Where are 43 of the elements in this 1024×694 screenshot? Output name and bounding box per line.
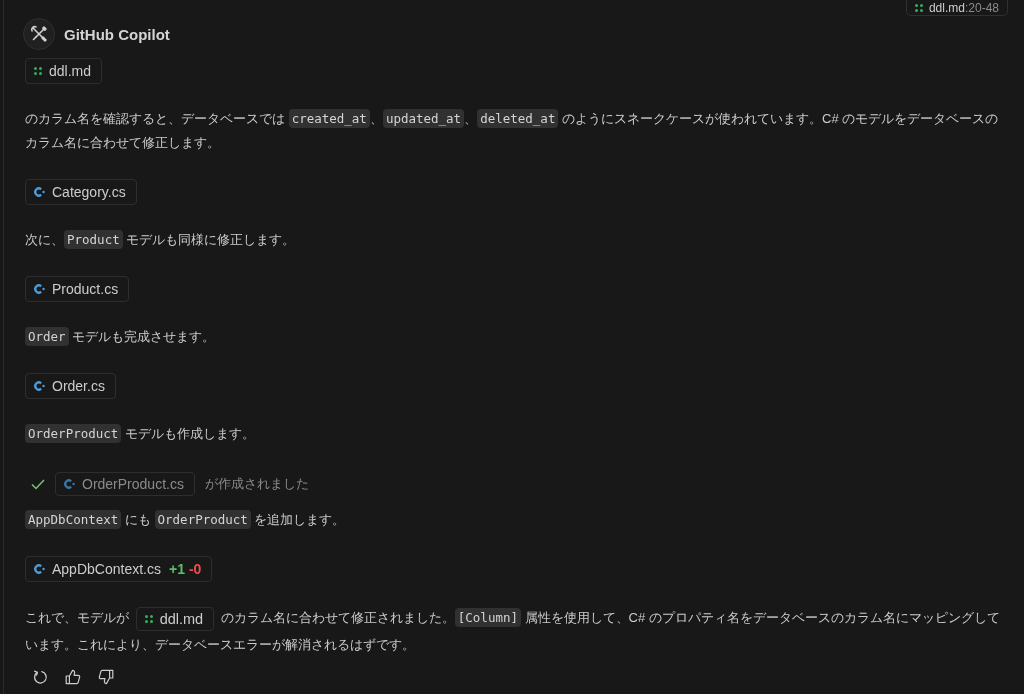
file-chip[interactable]: Product.cs	[25, 276, 130, 302]
message-paragraph: 次に、 Product モデルも同様に修正します。	[25, 229, 296, 251]
inline-code: Order	[25, 327, 69, 346]
inline-code: OrderProduct	[25, 424, 122, 443]
thumbs-down-icon	[98, 669, 114, 685]
thumbs-down-button[interactable]	[96, 667, 116, 687]
thumbs-up-button[interactable]	[63, 667, 83, 687]
retry-icon	[32, 669, 48, 685]
author-name: GitHub Copilot	[64, 25, 170, 43]
message-paragraph: AppDbContext にも OrderProduct を追加します。	[25, 508, 346, 532]
csharp-icon	[34, 381, 45, 391]
removed-count: -0	[188, 561, 202, 577]
dot-grid-icon	[34, 67, 42, 75]
inline-code: deleted_at	[477, 109, 559, 128]
dot-grid-icon	[144, 615, 153, 623]
file-chip[interactable]: AppDbContext.cs +1 -0	[25, 556, 213, 582]
file-link[interactable]: ddl.md	[135, 607, 215, 631]
thumbs-up-icon	[65, 669, 81, 685]
status-text: が作成されました	[204, 475, 309, 493]
csharp-icon	[34, 187, 45, 197]
file-chip[interactable]: Category.cs	[25, 179, 137, 205]
inline-code: Product	[64, 230, 123, 249]
csharp-icon	[34, 284, 45, 294]
file-chip[interactable]: Order.cs	[25, 373, 116, 399]
inline-code: [Column]	[454, 608, 521, 628]
inline-code: AppDbContext	[25, 510, 122, 529]
added-count: +1	[168, 561, 185, 577]
inline-code: OrderProduct	[154, 510, 251, 529]
file-chip[interactable]: OrderProduct.cs	[55, 472, 195, 496]
csharp-icon	[64, 479, 75, 489]
message-paragraph: Order モデルも完成させます。	[25, 325, 216, 349]
file-name: ddl.md	[928, 0, 965, 15]
tools-icon	[23, 18, 55, 50]
line-range: :20-48	[964, 0, 999, 15]
inline-code: created_at	[288, 109, 370, 128]
message-paragraph: のカラム名を確認すると、データベースでは created_at 、 updated_at 、 deleted_at のようにスネークケースが使われています。C# のモデルをデータベースのカラム名に合わせて修正します。	[25, 108, 1000, 152]
dot-grid-icon	[914, 3, 923, 12]
file-reference-chip[interactable]: ddl.md:20-48	[905, 0, 1008, 16]
file-chip[interactable]: ddl.md	[25, 58, 103, 84]
message-paragraph: OrderProduct モデルも作成します。	[25, 422, 255, 446]
inline-code: updated_at	[382, 109, 465, 128]
message-paragraph: これで、モデルが ddl.md のカラム名に合わせて修正されました。 [Column] 属性を使用して、C# のプロパティ名をデータベースのカラム名にマッピングしています。これにより、データベースエラーが解消されるはずです。	[25, 605, 1008, 657]
csharp-icon	[34, 564, 45, 574]
